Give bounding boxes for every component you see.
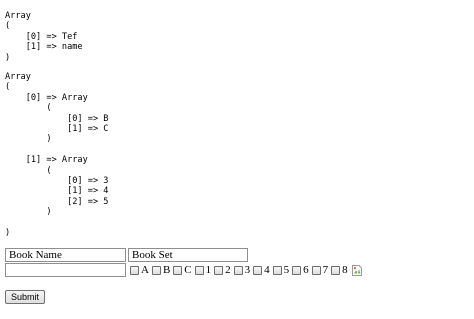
option-label: 8 <box>342 264 348 276</box>
option-8[interactable]: 8 <box>331 264 348 276</box>
checkbox[interactable] <box>272 265 282 275</box>
book-set-options: A B C 1 2 3 4 5 6 7 8 <box>130 263 362 277</box>
book-name-input[interactable] <box>5 263 126 277</box>
array-dump-sets: Array ( [0] => Array ( [0] => B [1] => C… <box>5 72 109 239</box>
checkbox[interactable] <box>173 265 183 275</box>
checkbox[interactable] <box>292 265 302 275</box>
option-A[interactable]: A <box>130 264 149 276</box>
array-dump-book: Array ( [0] => Tef [1] => name ) <box>5 11 83 63</box>
checkbox[interactable] <box>151 265 161 275</box>
clipped-text-remnant <box>92 0 152 2</box>
option-label: 1 <box>205 264 212 276</box>
option-6[interactable]: 6 <box>292 264 309 276</box>
option-label: 4 <box>264 264 270 276</box>
book-set-header-field[interactable]: Book Set <box>128 248 248 262</box>
option-B[interactable]: B <box>151 264 171 276</box>
option-2[interactable]: 2 <box>214 264 231 276</box>
option-label: 2 <box>225 264 231 276</box>
submit-button[interactable]: Submit <box>5 290 46 304</box>
option-label: A <box>141 264 149 276</box>
option-label: 7 <box>322 264 329 276</box>
option-5[interactable]: 5 <box>272 264 290 276</box>
option-7[interactable]: 7 <box>311 264 329 276</box>
book-name-header-field[interactable]: Book Name <box>5 248 126 262</box>
broken-image-icon[interactable] <box>351 264 362 276</box>
option-label: B <box>162 264 171 276</box>
checkbox[interactable] <box>194 265 204 275</box>
option-label: 5 <box>283 264 290 276</box>
option-3[interactable]: 3 <box>233 264 251 276</box>
checkbox[interactable] <box>233 265 243 275</box>
checkbox[interactable] <box>311 265 321 275</box>
checkbox[interactable] <box>130 265 139 275</box>
option-C[interactable]: C <box>173 264 192 276</box>
checkbox[interactable] <box>253 265 263 275</box>
checkbox[interactable] <box>331 265 341 275</box>
option-label: C <box>184 264 192 276</box>
option-label: 3 <box>244 264 251 276</box>
option-label: 6 <box>303 264 309 276</box>
option-1[interactable]: 1 <box>194 264 212 276</box>
option-4[interactable]: 4 <box>253 264 270 276</box>
checkbox[interactable] <box>214 265 224 275</box>
